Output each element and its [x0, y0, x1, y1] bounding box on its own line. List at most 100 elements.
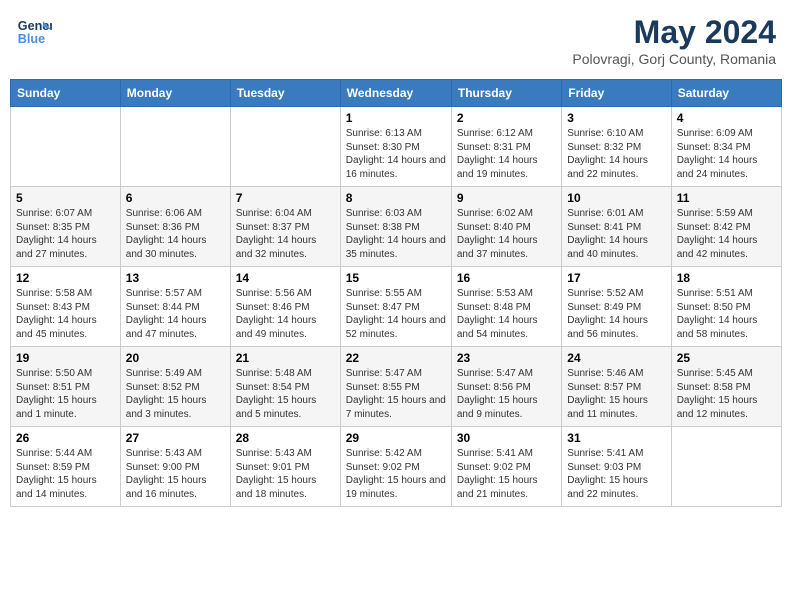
day-number: 16	[457, 271, 556, 285]
day-number: 30	[457, 431, 556, 445]
weekday-header-thursday: Thursday	[451, 80, 561, 107]
location-subtitle: Polovragi, Gorj County, Romania	[572, 51, 776, 67]
calendar-cell: 16 Sunrise: 5:53 AMSunset: 8:48 PMDayligh…	[451, 267, 561, 347]
day-number: 4	[677, 111, 776, 125]
day-number: 14	[236, 271, 335, 285]
day-info: Sunrise: 5:49 AMSunset: 8:52 PMDaylight:…	[126, 367, 225, 421]
calendar-cell: 11 Sunrise: 5:59 AMSunset: 8:42 PMDayligh…	[671, 187, 781, 267]
day-number: 15	[346, 271, 446, 285]
day-info: Sunrise: 6:03 AMSunset: 8:38 PMDaylight:…	[346, 207, 446, 261]
day-number: 1	[346, 111, 446, 125]
calendar-cell: 1 Sunrise: 6:13 AMSunset: 8:30 PMDaylight…	[340, 107, 451, 187]
page-header: General Blue May 2024 Polovragi, Gorj Co…	[10, 10, 782, 71]
day-number: 19	[16, 351, 115, 365]
day-number: 28	[236, 431, 335, 445]
calendar-cell: 3 Sunrise: 6:10 AMSunset: 8:32 PMDaylight…	[562, 107, 671, 187]
week-row-4: 19 Sunrise: 5:50 AMSunset: 8:51 PMDayligh…	[11, 347, 782, 427]
calendar-cell: 7 Sunrise: 6:04 AMSunset: 8:37 PMDaylight…	[230, 187, 340, 267]
day-info: Sunrise: 5:48 AMSunset: 8:54 PMDaylight:…	[236, 367, 335, 421]
calendar-cell: 8 Sunrise: 6:03 AMSunset: 8:38 PMDaylight…	[340, 187, 451, 267]
calendar-cell	[230, 107, 340, 187]
day-number: 17	[567, 271, 665, 285]
logo: General Blue	[16, 14, 52, 50]
svg-text:Blue: Blue	[18, 32, 45, 46]
day-info: Sunrise: 6:13 AMSunset: 8:30 PMDaylight:…	[346, 127, 446, 181]
calendar-cell	[120, 107, 230, 187]
day-info: Sunrise: 5:53 AMSunset: 8:48 PMDaylight:…	[457, 287, 556, 341]
day-info: Sunrise: 5:47 AMSunset: 8:55 PMDaylight:…	[346, 367, 446, 421]
calendar-cell: 24Sunrise: 5:46 AMSunset: 8:57 PMDayligh…	[562, 347, 671, 427]
weekday-header-monday: Monday	[120, 80, 230, 107]
calendar-cell: 13 Sunrise: 5:57 AMSunset: 8:44 PMDayligh…	[120, 267, 230, 347]
day-info: Sunrise: 5:46 AMSunset: 8:57 PMDaylight:…	[567, 367, 665, 421]
calendar-cell: 18 Sunrise: 5:51 AMSunset: 8:50 PMDayligh…	[671, 267, 781, 347]
day-number: 6	[126, 191, 225, 205]
day-info: Sunrise: 5:42 AMSunset: 9:02 PMDaylight:…	[346, 447, 446, 501]
day-info: Sunrise: 5:59 AMSunset: 8:42 PMDaylight:…	[677, 207, 776, 261]
day-number: 10	[567, 191, 665, 205]
weekday-header-wednesday: Wednesday	[340, 80, 451, 107]
weekday-header-row: SundayMondayTuesdayWednesdayThursdayFrid…	[11, 80, 782, 107]
week-row-2: 5Sunrise: 6:07 AMSunset: 8:35 PMDaylight…	[11, 187, 782, 267]
calendar-cell: 20 Sunrise: 5:49 AMSunset: 8:52 PMDayligh…	[120, 347, 230, 427]
day-info: Sunrise: 6:07 AMSunset: 8:35 PMDaylight:…	[16, 207, 115, 261]
day-info: Sunrise: 5:41 AMSunset: 9:03 PMDaylight:…	[567, 447, 665, 501]
calendar-cell: 2Sunrise: 6:12 AMSunset: 8:31 PMDaylight…	[451, 107, 561, 187]
day-number: 29	[346, 431, 446, 445]
calendar-cell: 23Sunrise: 5:47 AMSunset: 8:56 PMDayligh…	[451, 347, 561, 427]
weekday-header-friday: Friday	[562, 80, 671, 107]
calendar-cell: 12Sunrise: 5:58 AMSunset: 8:43 PMDayligh…	[11, 267, 121, 347]
title-block: May 2024 Polovragi, Gorj County, Romania	[572, 14, 776, 67]
day-info: Sunrise: 5:50 AMSunset: 8:51 PMDaylight:…	[16, 367, 115, 421]
calendar-cell: 25Sunrise: 5:45 AMSunset: 8:58 PMDayligh…	[671, 347, 781, 427]
calendar-cell	[11, 107, 121, 187]
day-number: 12	[16, 271, 115, 285]
day-number: 7	[236, 191, 335, 205]
day-number: 2	[457, 111, 556, 125]
day-info: Sunrise: 5:47 AMSunset: 8:56 PMDaylight:…	[457, 367, 556, 421]
day-number: 8	[346, 191, 446, 205]
calendar-cell: 14 Sunrise: 5:56 AMSunset: 8:46 PMDayligh…	[230, 267, 340, 347]
day-number: 9	[457, 191, 556, 205]
day-info: Sunrise: 5:56 AMSunset: 8:46 PMDaylight:…	[236, 287, 335, 341]
day-number: 3	[567, 111, 665, 125]
day-number: 22	[346, 351, 446, 365]
calendar-cell: 31 Sunrise: 5:41 AMSunset: 9:03 PMDayligh…	[562, 427, 671, 507]
calendar-cell: 26 Sunrise: 5:44 AMSunset: 8:59 PMDayligh…	[11, 427, 121, 507]
day-info: Sunrise: 6:09 AMSunset: 8:34 PMDaylight:…	[677, 127, 776, 181]
calendar-cell	[671, 427, 781, 507]
calendar-table: SundayMondayTuesdayWednesdayThursdayFrid…	[10, 79, 782, 507]
day-info: Sunrise: 5:57 AMSunset: 8:44 PMDaylight:…	[126, 287, 225, 341]
day-info: Sunrise: 6:06 AMSunset: 8:36 PMDaylight:…	[126, 207, 225, 261]
day-info: Sunrise: 6:10 AMSunset: 8:32 PMDaylight:…	[567, 127, 665, 181]
day-number: 27	[126, 431, 225, 445]
weekday-header-saturday: Saturday	[671, 80, 781, 107]
calendar-cell: 9 Sunrise: 6:02 AMSunset: 8:40 PMDaylight…	[451, 187, 561, 267]
day-info: Sunrise: 6:02 AMSunset: 8:40 PMDaylight:…	[457, 207, 556, 261]
day-number: 11	[677, 191, 776, 205]
month-title: May 2024	[572, 14, 776, 51]
day-info: Sunrise: 6:04 AMSunset: 8:37 PMDaylight:…	[236, 207, 335, 261]
day-info: Sunrise: 5:43 AMSunset: 9:00 PMDaylight:…	[126, 447, 225, 501]
week-row-3: 12Sunrise: 5:58 AMSunset: 8:43 PMDayligh…	[11, 267, 782, 347]
day-number: 20	[126, 351, 225, 365]
day-number: 26	[16, 431, 115, 445]
day-info: Sunrise: 5:43 AMSunset: 9:01 PMDaylight:…	[236, 447, 335, 501]
calendar-cell: 19 Sunrise: 5:50 AMSunset: 8:51 PMDayligh…	[11, 347, 121, 427]
day-info: Sunrise: 5:52 AMSunset: 8:49 PMDaylight:…	[567, 287, 665, 341]
calendar-cell: 10Sunrise: 6:01 AMSunset: 8:41 PMDayligh…	[562, 187, 671, 267]
day-number: 25	[677, 351, 776, 365]
day-info: Sunrise: 5:44 AMSunset: 8:59 PMDaylight:…	[16, 447, 115, 501]
calendar-cell: 27 Sunrise: 5:43 AMSunset: 9:00 PMDayligh…	[120, 427, 230, 507]
day-number: 21	[236, 351, 335, 365]
day-number: 13	[126, 271, 225, 285]
calendar-cell: 15Sunrise: 5:55 AMSunset: 8:47 PMDayligh…	[340, 267, 451, 347]
weekday-header-sunday: Sunday	[11, 80, 121, 107]
calendar-cell: 29 Sunrise: 5:42 AMSunset: 9:02 PMDayligh…	[340, 427, 451, 507]
week-row-1: 1 Sunrise: 6:13 AMSunset: 8:30 PMDaylight…	[11, 107, 782, 187]
day-info: Sunrise: 5:51 AMSunset: 8:50 PMDaylight:…	[677, 287, 776, 341]
day-number: 31	[567, 431, 665, 445]
calendar-cell: 22 Sunrise: 5:47 AMSunset: 8:55 PMDayligh…	[340, 347, 451, 427]
weekday-header-tuesday: Tuesday	[230, 80, 340, 107]
day-number: 18	[677, 271, 776, 285]
